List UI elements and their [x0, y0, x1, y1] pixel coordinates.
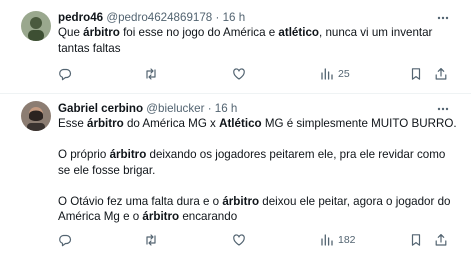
- reply-icon: [59, 68, 72, 81]
- share-icon: [435, 234, 447, 246]
- retweet-button[interactable]: [144, 66, 158, 82]
- like-button[interactable]: [232, 232, 246, 248]
- bookmark-icon: [411, 68, 421, 80]
- timestamp[interactable]: 16 h: [215, 102, 238, 115]
- retweet-button[interactable]: [144, 232, 158, 248]
- bookmark-button[interactable]: [409, 66, 423, 82]
- display-name[interactable]: pedro46: [58, 11, 103, 24]
- text-run: Que: [58, 26, 84, 39]
- separator: ·: [215, 11, 220, 24]
- share-button[interactable]: [434, 232, 448, 248]
- share-icon: [435, 68, 447, 80]
- handle[interactable]: @pedro4624869178: [106, 11, 212, 24]
- like-icon: [233, 234, 245, 246]
- tweet-card[interactable]: Gabriel cerbino @bielucker · 16 h Esse á…: [0, 94, 471, 254]
- retweet-icon: [146, 234, 156, 246]
- retweet-icon: [146, 68, 156, 80]
- reply-button[interactable]: [58, 66, 72, 82]
- text-run: do América MG x: [123, 117, 220, 130]
- highlight-keyword: Atlético: [219, 117, 262, 130]
- like-icon: [233, 68, 245, 80]
- text-run: O próprio: [58, 148, 110, 161]
- text-run: Esse: [58, 117, 87, 130]
- like-button[interactable]: [232, 66, 246, 82]
- highlight-keyword: árbitro: [87, 117, 124, 130]
- highlight-keyword: árbitro: [142, 210, 180, 223]
- text-run: foi esse no jogo do América e: [119, 26, 279, 39]
- tweet-paragraph: O Otávio fez uma falta dura e o árbitro …: [58, 194, 458, 225]
- tweet-header: pedro46 @pedro4624869178 · 16 h: [58, 11, 245, 25]
- views-icon: [321, 234, 333, 246]
- highlight-keyword: árbitro: [222, 194, 260, 208]
- timestamp[interactable]: 16 h: [223, 11, 246, 24]
- avatar-image: [21, 11, 51, 41]
- reply-button[interactable]: [58, 232, 72, 248]
- share-button[interactable]: [434, 66, 448, 82]
- views-count: 182: [338, 234, 356, 246]
- reply-icon: [59, 234, 72, 247]
- tweet-paragraph: Que árbitro foi esse no jogo do América …: [58, 25, 458, 56]
- views-count: 25: [338, 68, 350, 80]
- avatar[interactable]: [21, 11, 51, 41]
- text-run: encarando: [179, 210, 238, 223]
- views-button[interactable]: 25: [320, 66, 350, 82]
- tweet-paragraph: O próprio árbitro deixando os jogadores …: [58, 147, 458, 178]
- bookmark-button[interactable]: [409, 232, 423, 248]
- text-run: O Otávio fez uma falta dura e o: [58, 194, 223, 208]
- tweet-text: Que árbitro foi esse no jogo do América …: [58, 25, 458, 56]
- separator: ·: [207, 102, 212, 115]
- action-bar: 25: [58, 66, 458, 82]
- avatar-image: [21, 101, 51, 131]
- bookmark-icon: [411, 234, 421, 246]
- tweet-text: Esse árbitro do América MG x Atlético MG…: [58, 116, 458, 225]
- tweet-header: Gabriel cerbino @bielucker · 16 h: [58, 102, 237, 116]
- text-run: MG é simplesmente MUITO BURRO.: [261, 117, 457, 130]
- avatar[interactable]: [21, 101, 51, 131]
- tweet-card[interactable]: pedro46 @pedro4624869178 · 16 h Que árbi…: [0, 0, 471, 94]
- tweet-paragraph: Esse árbitro do América MG x Atlético MG…: [58, 116, 458, 132]
- action-bar: 182: [58, 232, 458, 248]
- more-icon[interactable]: [436, 102, 450, 116]
- highlight-keyword: árbitro: [83, 26, 120, 39]
- views-button[interactable]: 182: [320, 232, 356, 248]
- highlight-keyword: árbitro: [109, 148, 147, 161]
- highlight-keyword: atlético: [278, 26, 319, 39]
- more-icon[interactable]: [436, 11, 450, 25]
- display-name[interactable]: Gabriel cerbino: [58, 102, 143, 115]
- views-icon: [321, 68, 333, 80]
- handle[interactable]: @bielucker: [146, 102, 204, 115]
